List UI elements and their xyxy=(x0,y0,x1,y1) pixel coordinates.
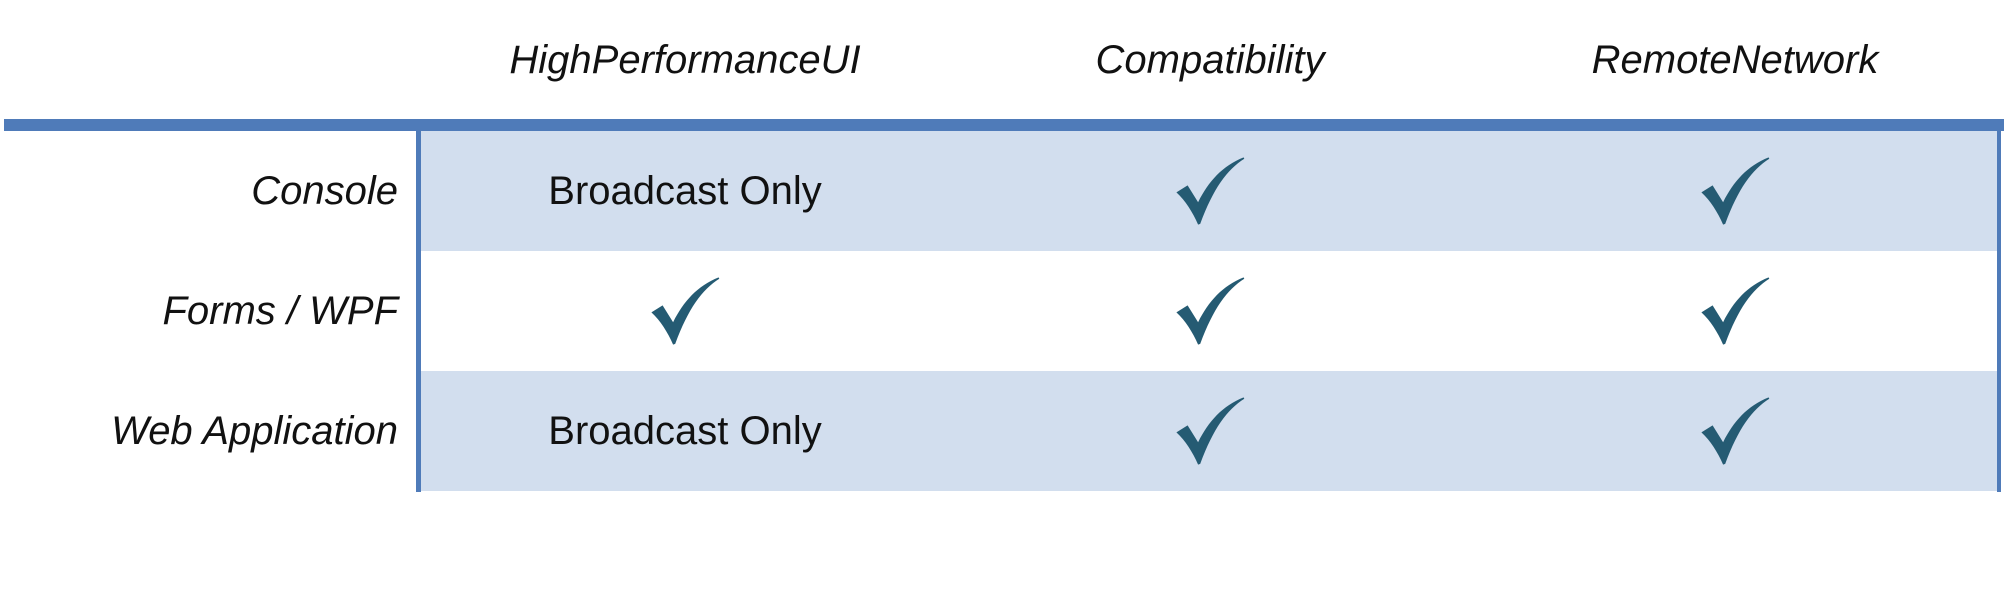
checkmark-icon xyxy=(651,277,720,345)
broadcast-only-text: Broadcast Only xyxy=(548,168,822,213)
header-divider xyxy=(4,119,2004,131)
cell-console-remote-network xyxy=(1470,131,2000,251)
row-label-console: Console xyxy=(251,168,398,213)
cell-web-application-compatibility xyxy=(950,371,1470,491)
row-label-forms-wpf: Forms / WPF xyxy=(162,288,398,333)
cell-web-application-high-performance-ui: Broadcast Only xyxy=(420,371,950,491)
checkmark-icon xyxy=(1176,277,1245,345)
cell-forms-wpf-high-performance-ui xyxy=(420,251,950,371)
column-header-remote-network: RemoteNetwork xyxy=(1591,37,1879,82)
column-header-high-performance-ui: HighPerformanceUI xyxy=(509,37,861,82)
checkmark-icon xyxy=(1701,277,1770,345)
column-header-compatibility: Compatibility xyxy=(1095,37,1325,82)
checkmark-icon xyxy=(1176,397,1245,465)
broadcast-only-text: Broadcast Only xyxy=(548,408,822,453)
checkmark-icon xyxy=(1701,397,1770,465)
cell-forms-wpf-remote-network xyxy=(1470,251,2000,371)
cell-forms-wpf-compatibility xyxy=(950,251,1470,371)
checkmark-icon xyxy=(1176,157,1245,225)
cell-web-application-remote-network xyxy=(1470,371,2000,491)
cell-console-compatibility xyxy=(950,131,1470,251)
checkmark-icon xyxy=(1701,157,1770,225)
row-label-web-application: Web Application xyxy=(111,408,398,453)
cell-console-high-performance-ui: Broadcast Only xyxy=(420,131,950,251)
